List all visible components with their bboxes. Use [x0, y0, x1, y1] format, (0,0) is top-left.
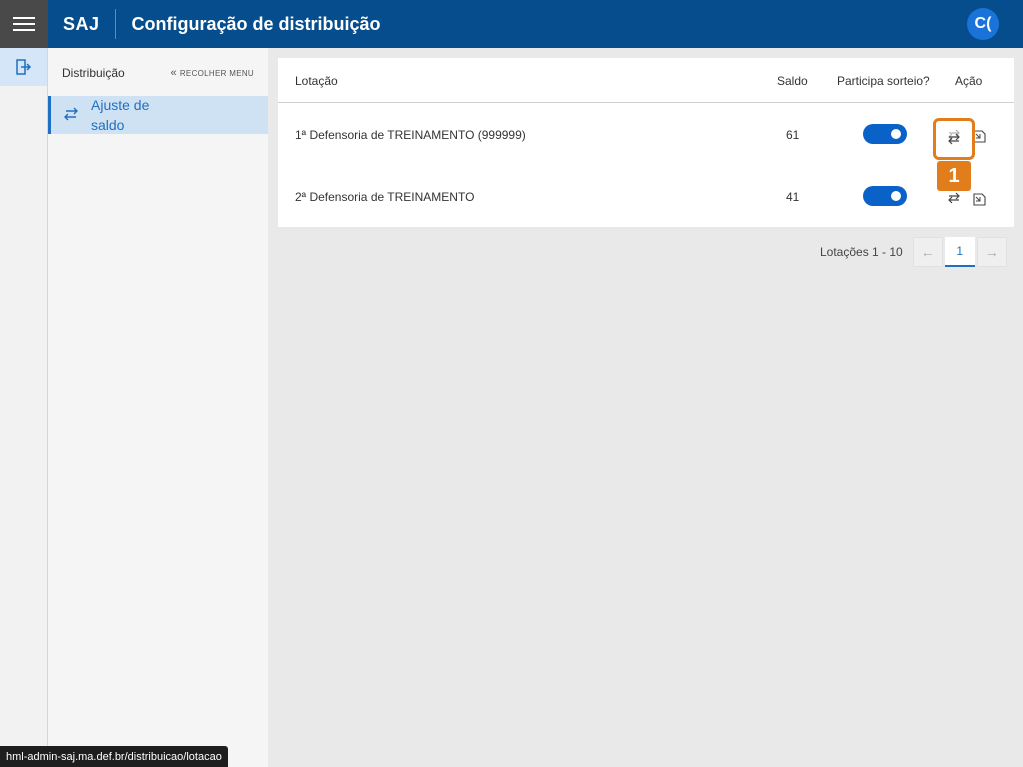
toggle-knob [891, 191, 901, 201]
participa-sorteio-toggle[interactable] [863, 124, 907, 144]
pagination-label: Lotações 1 - 10 [820, 245, 903, 259]
hamburger-menu-button[interactable] [0, 0, 48, 48]
status-bar-url: hml-admin-saj.ma.def.br/distribuicao/lot… [0, 746, 228, 767]
row-lotacao: 1ª Defensoria de TREINAMENTO (999999) [295, 128, 526, 142]
pagination: Lotações 1 - 10 ← 1 → [820, 237, 1007, 267]
toggle-knob [891, 129, 901, 139]
menu-icon-bar [13, 17, 35, 19]
sidebar-item-label: Ajuste de saldo [91, 95, 171, 135]
user-avatar[interactable]: C( [967, 8, 999, 40]
collapse-menu-button[interactable]: « RECOLHER MENU [170, 67, 254, 79]
column-header-lotacao[interactable]: Lotação [295, 74, 338, 88]
distribution-icon [15, 59, 31, 75]
transfer-icon [63, 107, 81, 126]
menu-icon-bar [13, 29, 35, 31]
document-icon [972, 192, 986, 206]
participa-sorteio-toggle[interactable] [863, 186, 907, 206]
sidebar-item-label-line1: Ajuste de [91, 97, 150, 113]
left-rail [0, 48, 48, 767]
rail-item-distribution[interactable] [0, 48, 47, 86]
column-header-acao: Ação [955, 74, 983, 88]
transfer-icon [948, 133, 960, 145]
sidebar-header: Distribuição « RECOLHER MENU [48, 48, 268, 98]
row-saldo: 41 [786, 190, 800, 204]
double-chevron-left-icon: « [170, 67, 177, 79]
table-row: 2ª Defensoria de TREINAMENTO 41 [278, 165, 1014, 227]
arrow-left-icon: ← [920, 244, 935, 260]
next-page-button[interactable]: → [976, 237, 1007, 267]
table-row: 1ª Defensoria de TREINAMENTO (999999) 61 [278, 103, 1014, 165]
page-button-current[interactable]: 1 [944, 237, 975, 267]
table-header: Lotação Saldo Participa sorteio? Ação [278, 58, 1014, 103]
sidebar-item-label-line2: saldo [91, 117, 125, 133]
sidebar-title: Distribuição [62, 66, 125, 80]
sidebar-item-ajuste-de-saldo[interactable]: Ajuste de saldo [48, 96, 268, 134]
lotacao-table: Lotação Saldo Participa sorteio? Ação 1ª… [278, 58, 1014, 227]
prev-page-button[interactable]: ← [912, 237, 943, 267]
collapse-menu-label: RECOLHER MENU [179, 68, 254, 78]
history-button[interactable] [971, 191, 987, 207]
brand-logo[interactable]: SAJ [48, 14, 115, 35]
adjust-balance-highlighted[interactable] [947, 132, 961, 150]
app-header: SAJ Configuração de distribuição C( [0, 0, 1023, 48]
row-lotacao: 2ª Defensoria de TREINAMENTO [295, 190, 475, 204]
menu-icon-bar [13, 23, 35, 25]
column-header-participa[interactable]: Participa sorteio? [837, 74, 930, 88]
row-saldo: 61 [786, 128, 800, 142]
page-title: Configuração de distribuição [131, 13, 381, 34]
transfer-icon [948, 192, 960, 204]
arrow-right-icon: → [984, 244, 999, 260]
step-badge: 1 [937, 161, 971, 191]
column-header-saldo[interactable]: Saldo [777, 74, 808, 88]
sidebar: Distribuição « RECOLHER MENU Ajuste de s… [48, 48, 268, 767]
adjust-balance-button[interactable] [946, 190, 962, 206]
